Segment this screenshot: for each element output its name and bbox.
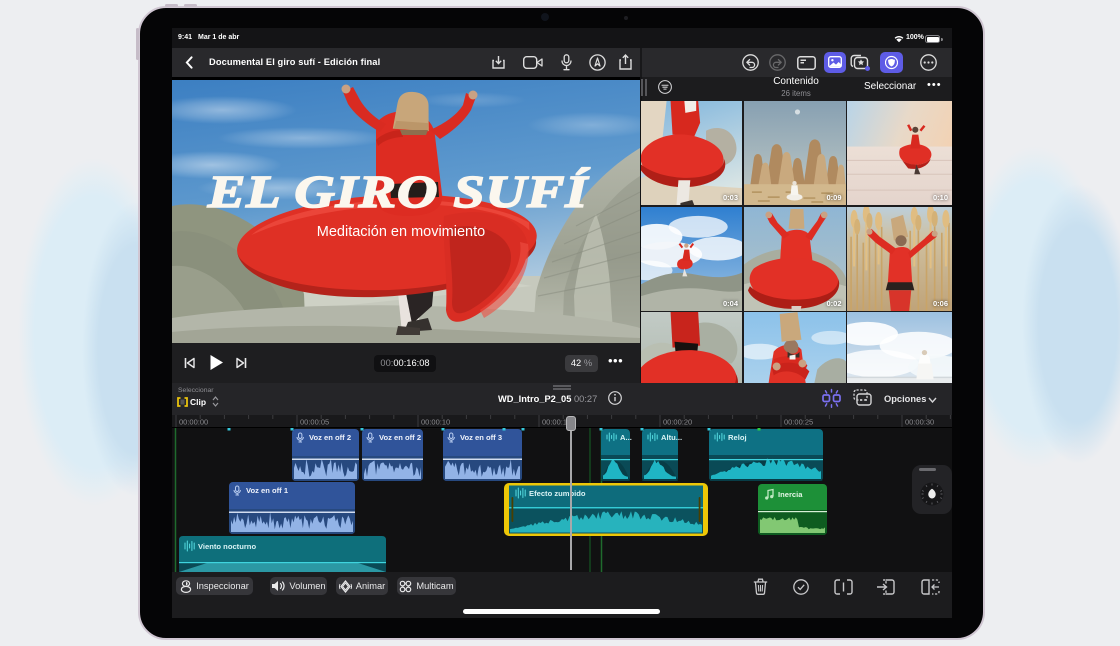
svg-text:00:00:10: 00:00:10: [421, 418, 450, 427]
svg-text:Voz en off 1: Voz en off 1: [246, 486, 289, 495]
svg-text:00:00:20: 00:00:20: [663, 418, 692, 427]
svg-text:Voz en off 2: Voz en off 2: [379, 433, 421, 442]
svg-text:A...: A...: [620, 433, 632, 442]
svg-text:Altu...: Altu...: [661, 433, 682, 442]
svg-text:Voz en off 3: Voz en off 3: [460, 433, 502, 442]
svg-text:Reloj: Reloj: [728, 433, 747, 442]
svg-text:00:00:05: 00:00:05: [300, 418, 329, 427]
svg-text:Inercia: Inercia: [778, 490, 803, 499]
svg-text:Efecto zumbido: Efecto zumbido: [529, 489, 586, 498]
svg-text:Voz en off 2: Voz en off 2: [309, 433, 351, 442]
svg-text:00:00:30: 00:00:30: [905, 418, 934, 427]
svg-text:00:00:25: 00:00:25: [784, 418, 813, 427]
svg-text:00:00:00: 00:00:00: [179, 418, 208, 427]
svg-text:Viento nocturno: Viento nocturno: [198, 542, 256, 551]
